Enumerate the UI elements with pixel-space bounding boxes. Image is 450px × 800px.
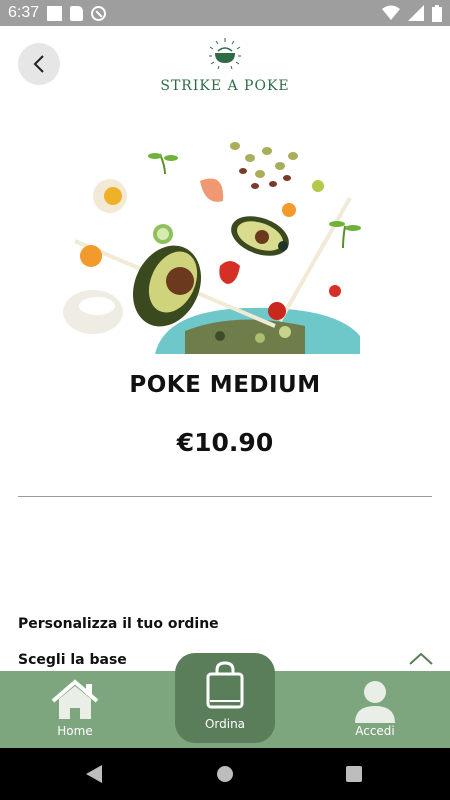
back-button[interactable] xyxy=(18,43,60,85)
home-icon xyxy=(51,679,99,719)
home-circle-icon[interactable] xyxy=(216,765,234,783)
recents-square-icon[interactable] xyxy=(346,766,362,782)
square-icon xyxy=(47,5,63,21)
nav-login[interactable]: Accedi xyxy=(315,671,435,748)
battery-icon xyxy=(432,4,442,22)
wifi-icon xyxy=(382,5,400,20)
choose-base-label[interactable]: Scegli la base xyxy=(18,652,127,668)
poke-ingredients-image xyxy=(55,126,375,354)
sd-card-icon xyxy=(70,5,84,21)
back-triangle-icon[interactable] xyxy=(86,765,102,783)
status-right xyxy=(382,4,442,22)
chevron-left-icon xyxy=(33,55,44,73)
order-label: Ordina xyxy=(204,717,246,731)
nav-login-label: Accedi xyxy=(355,724,395,738)
system-nav-bar xyxy=(0,748,450,800)
status-left: 6:37 xyxy=(8,4,107,22)
logo-text: STRIKE A POKE xyxy=(160,78,290,94)
nav-home-label: Home xyxy=(57,724,93,738)
signal-icon xyxy=(408,5,424,21)
status-bar: 6:37 xyxy=(0,0,450,26)
logo-bowl-icon xyxy=(209,38,241,70)
data-saver-icon xyxy=(91,5,107,21)
chevron-up-icon[interactable] xyxy=(408,652,434,666)
customize-section-title: Personalizza il tuo ordine xyxy=(18,616,219,632)
product-price: €10.90 xyxy=(176,428,274,457)
product-title: POKE MEDIUM xyxy=(129,372,321,398)
divider xyxy=(18,496,432,497)
shopping-bag-icon xyxy=(206,661,244,709)
nav-home[interactable]: Home xyxy=(15,671,135,748)
order-button[interactable]: Ordina xyxy=(175,653,275,743)
brand-logo: STRIKE A POKE xyxy=(150,36,300,94)
user-icon xyxy=(355,681,395,723)
status-time: 6:37 xyxy=(8,4,40,21)
